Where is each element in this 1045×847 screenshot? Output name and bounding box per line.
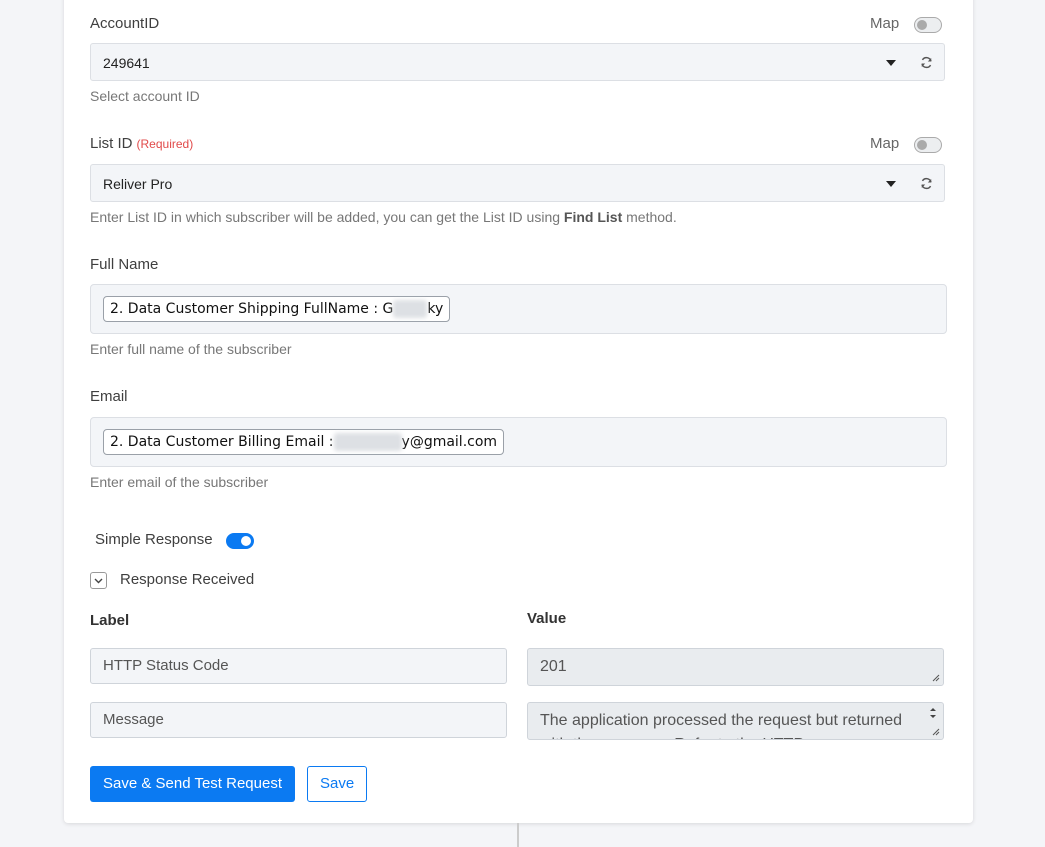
- resize-grip-icon[interactable]: [932, 728, 940, 736]
- account-id-select[interactable]: 249641: [90, 43, 910, 81]
- full-name-tag-suffix: ky: [427, 301, 444, 317]
- response-value-textarea[interactable]: The application processed the request bu…: [527, 702, 944, 740]
- list-id-label-text: List ID: [90, 135, 133, 152]
- simple-response-toggle[interactable]: [226, 533, 254, 549]
- save-send-test-button[interactable]: Save & Send Test Request: [90, 766, 296, 802]
- caret-down-icon: [886, 60, 896, 66]
- response-collapse-button[interactable]: [90, 572, 107, 589]
- form-card: AccountID Map 249641 Select account ID L…: [64, 0, 973, 823]
- toggle-knob: [917, 20, 927, 30]
- email-tag-suffix: y@gmail.com: [401, 434, 498, 450]
- response-received-label: Response Received: [120, 571, 255, 588]
- refresh-icon: [921, 177, 932, 189]
- find-list-method: Find List: [563, 209, 623, 225]
- redacted-blur: [333, 433, 402, 451]
- email-help-text: Enter email of the subscriber: [90, 474, 269, 490]
- account-refresh-button[interactable]: [909, 43, 945, 81]
- account-map-toggle[interactable]: [914, 17, 942, 33]
- response-value-textarea[interactable]: 201: [527, 648, 944, 686]
- refresh-icon: [921, 56, 932, 68]
- redacted-blur: [393, 300, 428, 318]
- full-name-tag[interactable]: 2. Data Customer Shipping FullName : G ky: [103, 296, 451, 322]
- list-help-text: Enter List ID in which subscriber will b…: [90, 209, 677, 225]
- scroll-arrows-icon[interactable]: [928, 706, 938, 720]
- flow-connector: [517, 823, 519, 847]
- list-map-label: Map: [870, 135, 900, 152]
- email-label: Email: [90, 388, 128, 405]
- email-tag-prefix: 2. Data Customer Billing Email :: [110, 434, 334, 450]
- label-column-header: Label: [90, 612, 130, 629]
- account-id-value: 249641: [103, 55, 150, 71]
- full-name-field[interactable]: 2. Data Customer Shipping FullName : G ky: [90, 284, 947, 334]
- account-help-text: Select account ID: [90, 88, 200, 104]
- list-id-label: List ID (Required): [90, 135, 193, 152]
- toggle-knob: [241, 536, 251, 546]
- save-button[interactable]: Save: [307, 766, 368, 802]
- value-column-header: Value: [527, 610, 567, 627]
- caret-down-icon: [886, 181, 896, 187]
- required-marker: (Required): [136, 137, 194, 151]
- email-tag[interactable]: 2. Data Customer Billing Email : y@gmail.…: [103, 429, 505, 455]
- list-map-toggle[interactable]: [914, 137, 942, 153]
- response-value-text: 201: [540, 658, 567, 675]
- list-id-value: Reliver Pro: [103, 176, 173, 192]
- simple-response-label: Simple Response: [95, 531, 213, 548]
- list-id-select[interactable]: Reliver Pro: [90, 164, 910, 202]
- email-field[interactable]: 2. Data Customer Billing Email : y@gmail.…: [90, 417, 947, 467]
- toggle-knob: [917, 140, 927, 150]
- list-refresh-button[interactable]: [909, 164, 945, 202]
- account-map-label: Map: [870, 15, 900, 32]
- full-name-label: Full Name: [90, 256, 159, 273]
- list-help-post: method.: [622, 209, 677, 225]
- chevron-down-icon: [94, 578, 103, 583]
- full-name-help-text: Enter full name of the subscriber: [90, 341, 292, 357]
- response-value-text: The application processed the request bu…: [540, 712, 903, 739]
- list-help-pre: Enter List ID in which subscriber will b…: [90, 209, 564, 225]
- full-name-tag-prefix: 2. Data Customer Shipping FullName : G: [110, 301, 394, 317]
- resize-grip-icon[interactable]: [932, 674, 940, 682]
- response-label-input[interactable]: Message: [90, 702, 507, 738]
- account-id-label: AccountID: [90, 15, 160, 32]
- response-label-input[interactable]: HTTP Status Code: [90, 648, 507, 684]
